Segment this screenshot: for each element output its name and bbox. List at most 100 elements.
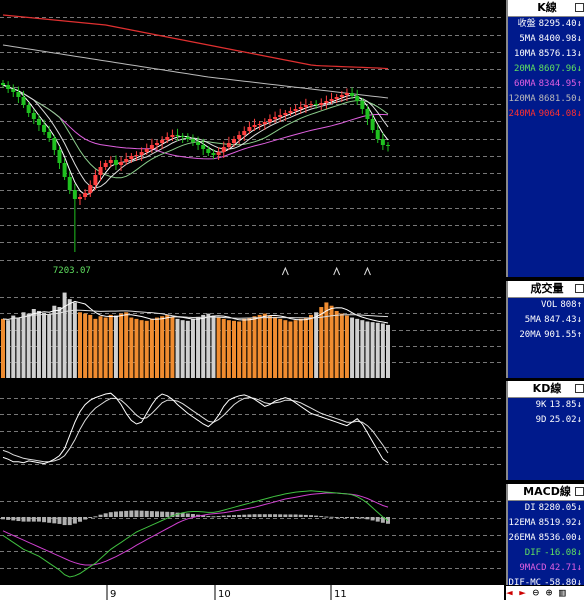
volume-bar [257,314,262,378]
macd-osc-bar [83,517,88,520]
volume-bar [293,320,298,378]
legend-arrow: ↓ [576,563,582,573]
ma20-line [2,84,389,179]
candle-body [380,139,385,145]
legend-row: 10MA 8576.13↓ [508,47,584,62]
legend-row: DIF -16.08↓ [508,546,584,561]
candle-body [309,104,313,105]
signal-marker [281,266,289,276]
candle-body [72,190,77,199]
chart-settings-icon[interactable] [575,487,584,496]
candle-body [247,127,252,131]
legend-row: 60MA 8344.95↑ [508,77,584,92]
volume-bar [52,305,57,378]
kd-chart[interactable] [0,381,504,480]
chart-settings-icon[interactable] [575,284,584,293]
k-line-chart[interactable]: 7203.07 [0,0,504,277]
macd-osc-bar [11,517,16,521]
legend-arrow: ↑ [576,79,582,89]
candle-body [144,149,149,152]
k-line-title: K線 [508,0,584,17]
volume-bar [113,315,118,378]
legend-value: 847.43 [544,315,577,325]
chart-settings-icon[interactable] [575,384,584,393]
legend-arrow: ↓ [576,518,582,528]
volume-bar [252,316,257,378]
macd-osc-bar [344,517,349,518]
candle-body [47,132,52,138]
legend-value: 8536.00 [538,533,577,543]
macd-osc-bar [247,514,252,517]
volume-bar [365,321,370,378]
legend-row: 12EMA 8519.92↓ [508,516,584,531]
x-axis: 9 10 11 [0,585,504,600]
volume-bar [344,315,349,378]
chart-type-icon[interactable]: ▥ [559,586,566,599]
legend-value: 8280.05 [538,503,577,513]
macd-osc-bar [190,514,195,517]
volume-bar [78,312,82,378]
kd-legend: KD線 9K 13.85↓ 9D 25.02↓ [506,381,584,480]
candle-body [52,138,57,150]
candle-body [98,167,103,175]
candle-body [134,155,139,156]
zoom-out-icon[interactable]: ⊖ [533,586,540,599]
macd-osc-bar [72,517,77,524]
macd-osc-bar [267,514,272,517]
candle-body [344,93,349,95]
volume-bar [350,317,355,378]
k-line-legend: K線 收盤 8295.40↓ 5MA 8400.98↓ 10MA 8576.13↓ 20MA… [506,0,584,277]
volume-bar [6,320,11,378]
volume-chart[interactable] [0,281,504,378]
volume-bar [221,318,226,378]
signal-marker [333,266,341,276]
volume-bar [237,321,242,378]
legend-label: 120MA [508,94,536,104]
kd-plot[interactable] [0,381,504,480]
volume-bar [36,310,41,378]
volume-bar [375,322,380,378]
legend-arrow: ↓ [576,533,582,543]
candle-body [365,109,370,119]
volume-bar [98,316,103,378]
legend-label: 9K [535,400,547,410]
candle-body [319,103,324,105]
macd-osc-bar [211,516,216,518]
kd-title-text: KD線 [532,382,562,395]
scroll-right-icon[interactable]: ► [519,586,526,599]
macd-legend: MACD線 DI 8280.05↓ 12EMA 8519.92↓ 26EMA 8536.0… [506,484,584,588]
scroll-left-icon[interactable]: ◄ [506,586,513,599]
macd-osc-bar [303,514,308,517]
candle-body [21,97,26,105]
volume-bar [211,315,216,378]
volume-bar [370,322,375,378]
chart-settings-icon[interactable] [575,3,584,12]
macd-osc-bar [314,515,319,517]
macd-osc-bar [221,515,226,517]
volume-bar [303,317,308,378]
macd-chart[interactable] [0,484,504,585]
macd-plot[interactable] [0,484,504,585]
dif-line [2,490,389,578]
candle-body [334,97,339,99]
volume-bar [108,314,113,378]
volume-plot[interactable] [0,281,504,378]
volume-bar [1,318,5,378]
zoom-in-icon[interactable]: ⊕ [546,586,553,599]
volume-bar [170,316,175,378]
volume-bar [273,316,278,378]
volume-bar [267,315,272,378]
volume-bar [165,314,170,378]
macd-osc-bar [21,517,26,522]
macd-osc-bar [370,517,375,521]
legend-value: 8344.95 [538,79,577,89]
volume-bar [314,312,319,378]
legend-row: 5MA 847.43↓ [508,313,584,328]
legend-value: 8519.92 [538,518,577,528]
volume-bar [288,321,293,378]
macd-osc-bar [160,511,165,517]
volume-bar [283,320,288,378]
legend-value: 808 [560,300,577,310]
candle-body [16,92,21,97]
k-line-plot[interactable]: 7203.07 [0,0,504,277]
